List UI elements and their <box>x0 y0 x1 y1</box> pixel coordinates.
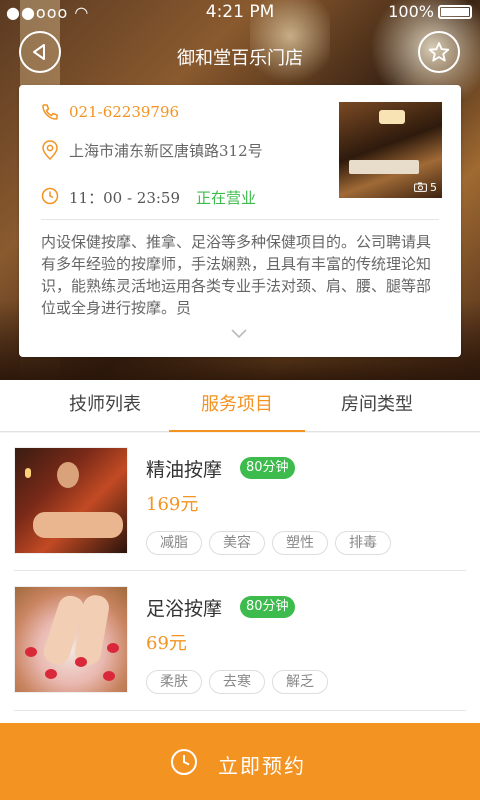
battery-percent: 100% <box>388 2 434 21</box>
divider <box>14 570 466 571</box>
photo-count-value: 5 <box>430 181 437 194</box>
clock-icon <box>41 187 59 205</box>
photo-candle <box>25 468 31 478</box>
tag: 减脂 <box>146 531 202 555</box>
service-price: 169元 <box>146 494 199 515</box>
clock-icon <box>171 749 197 775</box>
star-icon <box>428 42 450 62</box>
page-title: 御和堂百乐门店 <box>177 48 303 69</box>
photo-count: 5 <box>413 181 437 194</box>
camera-icon <box>413 182 427 192</box>
battery-icon <box>438 5 472 19</box>
tag: 解乏 <box>272 670 328 694</box>
service-list: 精油按摩 80分钟 169元 减脂 美容 塑性 排毒 足浴按摩 80分钟 69元 柔肤… <box>0 433 480 723</box>
tab-technicians[interactable]: 技师列表 <box>40 380 170 432</box>
tag: 美容 <box>209 531 265 555</box>
store-info-card: 021-62239796 上海市浦东新区唐镇路312号 11：00 - 23:5… <box>19 85 461 357</box>
phone-number[interactable]: 021-62239796 <box>69 103 179 121</box>
tab-bar: 技师列表 服务项目 房间类型 <box>0 380 480 432</box>
phone-icon <box>42 104 58 120</box>
book-now-button[interactable]: 立即预约 <box>0 723 480 800</box>
service-name: 精油按摩 <box>146 459 223 481</box>
status-bar: ●●ooo ◠ 4:21 PM 100% <box>0 0 480 24</box>
photo-petal <box>75 657 87 667</box>
photo-client <box>33 512 123 538</box>
photo-lamp <box>379 110 405 124</box>
tag: 去寒 <box>209 670 265 694</box>
chevron-down-icon[interactable] <box>231 329 247 339</box>
business-hours: 11：00 - 23:59 <box>69 189 181 207</box>
service-price: 69元 <box>146 633 187 654</box>
photo-petal <box>25 647 37 657</box>
tab-room-types[interactable]: 房间类型 <box>312 380 442 432</box>
photo-petal <box>103 671 115 681</box>
list-item[interactable]: 足浴按摩 80分钟 69元 柔肤 去寒 解乏 <box>0 572 480 710</box>
photo-petal <box>45 669 57 679</box>
tag: 柔肤 <box>146 670 202 694</box>
tab-services[interactable]: 服务项目 <box>169 380 305 432</box>
store-photo[interactable]: 5 <box>339 102 442 198</box>
service-image <box>14 447 128 554</box>
divider <box>41 219 439 220</box>
book-now-label: 立即预约 <box>218 754 306 778</box>
duration-badge: 80分钟 <box>240 596 295 618</box>
duration-badge: 80分钟 <box>240 457 295 479</box>
divider <box>14 710 466 711</box>
service-tags: 柔肤 去寒 解乏 <box>146 670 335 694</box>
service-image <box>14 586 128 693</box>
favorite-button[interactable] <box>418 31 460 73</box>
battery-indicator: 100% <box>388 2 472 21</box>
list-item[interactable]: 精油按摩 80分钟 169元 减脂 美容 塑性 排毒 <box>0 433 480 571</box>
tag: 排毒 <box>335 531 391 555</box>
service-tags: 减脂 美容 塑性 排毒 <box>146 531 398 555</box>
photo-therapist <box>57 462 79 488</box>
tag: 塑性 <box>272 531 328 555</box>
open-status-badge: 正在营业 <box>196 189 257 207</box>
location-pin-icon <box>42 140 58 160</box>
photo-bed <box>349 160 419 174</box>
store-address: 上海市浦东新区唐镇路312号 <box>69 142 263 160</box>
service-name: 足浴按摩 <box>146 598 223 620</box>
photo-petal <box>107 643 119 653</box>
store-description: 内设保健按摩、推拿、足浴等多种保健项目的。公司聘请具有多年经验的按摩师，手法娴熟… <box>41 233 432 317</box>
